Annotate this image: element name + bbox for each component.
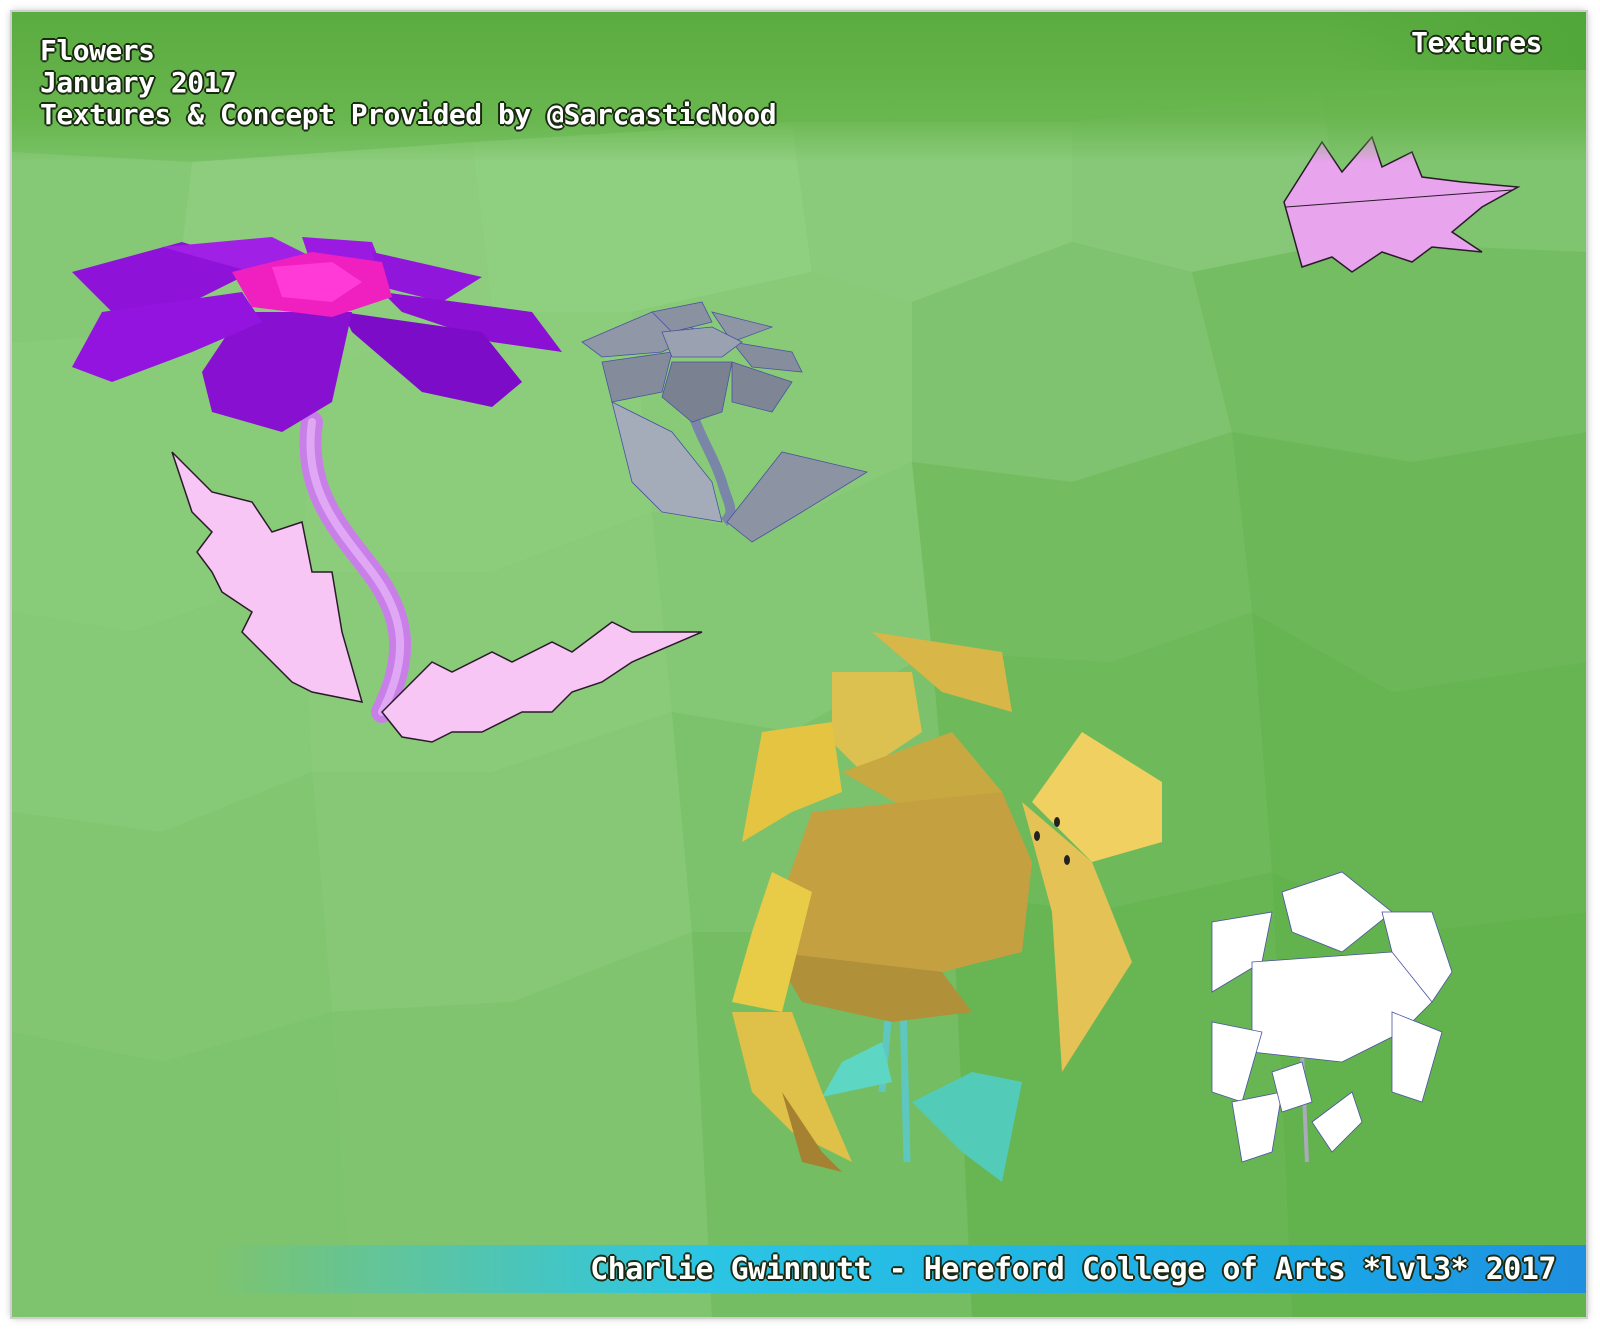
date-label: January 2017	[40, 66, 237, 99]
section-tag: Textures	[1411, 26, 1542, 59]
credits-label: Textures & Concept Provided by @Sarcasti…	[40, 98, 777, 131]
footer-credit: Charlie Gwinnutt - Hereford College of A…	[590, 1252, 1556, 1287]
render-frame: Flowers January 2017 Textures & Concept …	[12, 12, 1586, 1317]
page-title: Flowers	[40, 34, 155, 67]
scene-canvas	[12, 12, 1586, 1317]
